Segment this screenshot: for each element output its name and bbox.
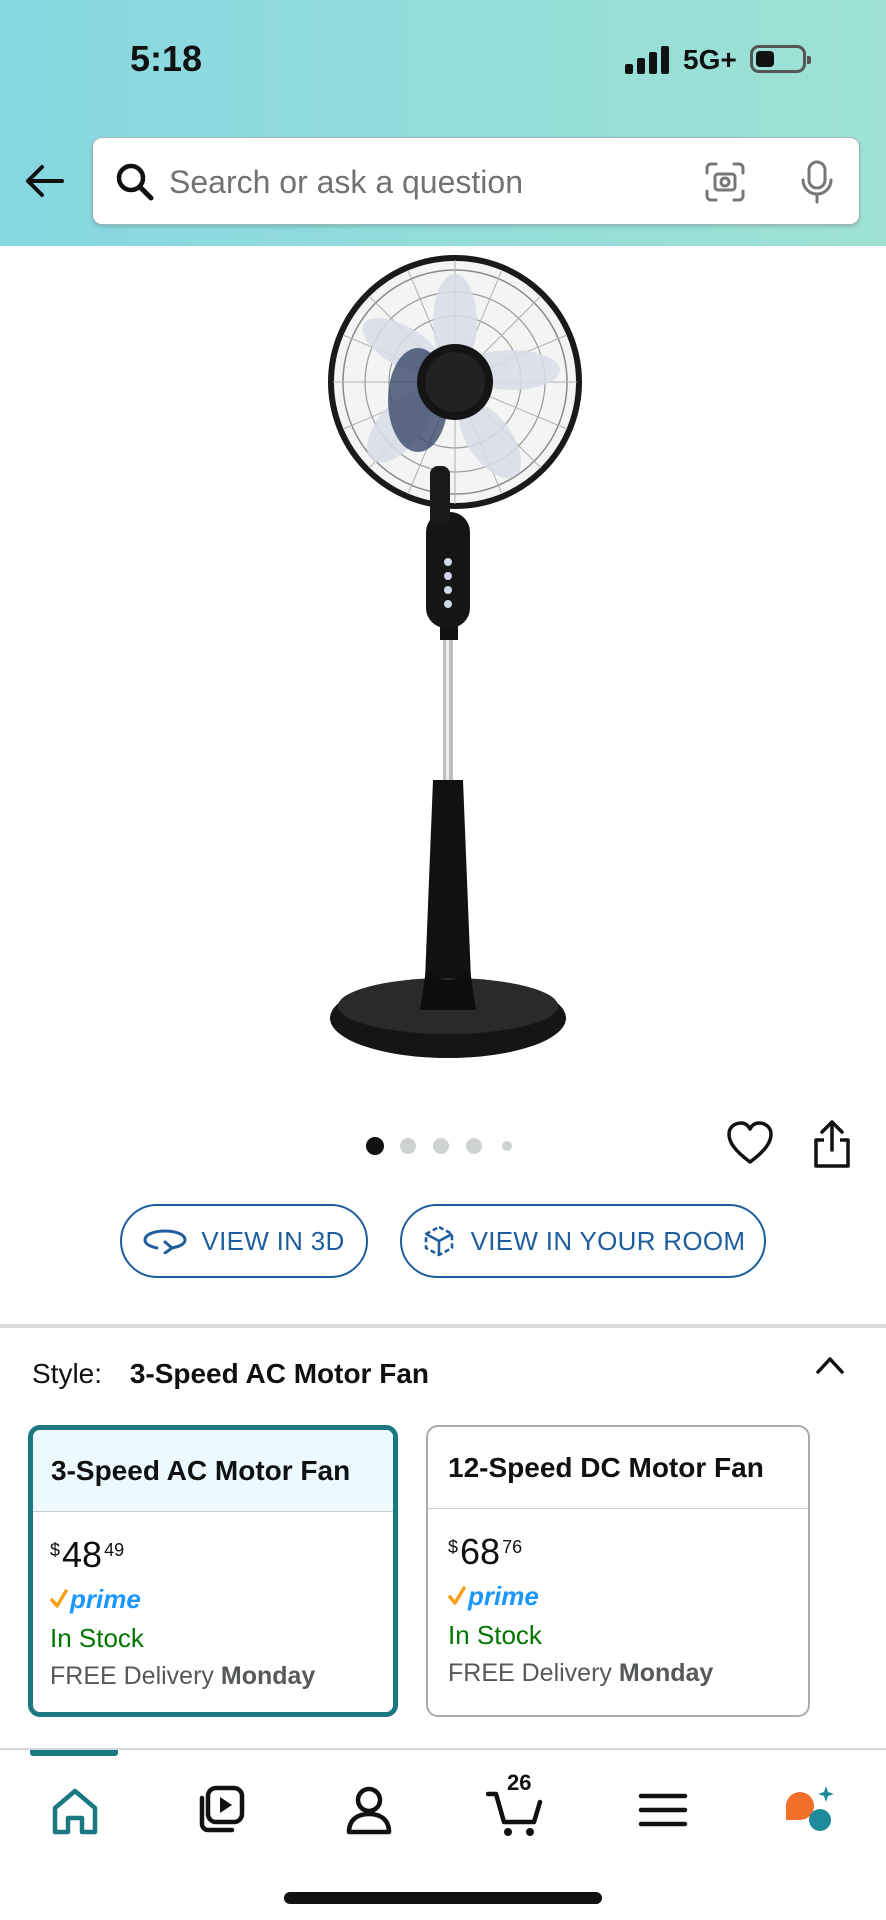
view-in-your-room-button[interactable]: VIEW IN YOUR ROOM: [400, 1204, 766, 1278]
prime-check-icon: [50, 1589, 68, 1608]
microphone-icon[interactable]: [795, 158, 839, 206]
option-price: $ 68 76: [448, 1531, 808, 1575]
style-selector-header[interactable]: Style: 3-Speed AC Motor Fan: [32, 1358, 429, 1390]
price-fraction: 49: [104, 1540, 125, 1560]
delivery-day: Monday: [618, 1659, 714, 1687]
stock-status: In Stock: [448, 1620, 542, 1650]
search-input[interactable]: [169, 138, 769, 226]
prime-badge: prime: [50, 1582, 393, 1616]
search-icon: [116, 163, 154, 201]
option-price: $ 48 49: [50, 1534, 393, 1578]
view-in-3d-button[interactable]: VIEW IN 3D: [120, 1204, 368, 1278]
delivery-info: FREE Delivery Monday: [448, 1655, 808, 1691]
style-selected-value: 3-Speed AC Motor Fan: [129, 1358, 430, 1389]
delivery-info: FREE Delivery Monday: [50, 1658, 393, 1694]
view-in-3d-label: VIEW IN 3D: [201, 1225, 345, 1256]
heart-icon[interactable]: [726, 1120, 774, 1168]
ar-cube-icon: [424, 1225, 453, 1257]
delivery-prefix: FREE Delivery: [448, 1659, 612, 1687]
share-icon[interactable]: [810, 1118, 854, 1170]
app-header: 5:18 5G+: [0, 0, 886, 246]
prime-badge: prime: [448, 1579, 808, 1613]
prime-label: prime: [468, 1580, 539, 1611]
network-type: 5G+: [683, 44, 737, 75]
cellular-signal-icon: [625, 44, 669, 74]
account-icon[interactable]: [339, 1780, 399, 1840]
active-tab-indicator: [30, 1750, 118, 1756]
back-arrow-icon[interactable]: [22, 158, 68, 204]
delivery-day: Monday: [220, 1662, 316, 1690]
carousel-dot-active[interactable]: [366, 1137, 384, 1155]
carousel-dot[interactable]: [433, 1138, 449, 1154]
carousel-dot[interactable]: [400, 1138, 416, 1154]
style-option-name: 12-Speed DC Motor Fan: [428, 1427, 808, 1509]
style-option-card-selected[interactable]: 3-Speed AC Motor Fan $ 48 49 prime In St…: [28, 1425, 398, 1717]
carousel-dot[interactable]: [502, 1141, 512, 1151]
prime-label: prime: [70, 1583, 141, 1614]
stock-status: In Stock: [50, 1623, 144, 1653]
product-image[interactable]: [280, 250, 600, 1060]
rufus-assistant-icon[interactable]: [780, 1780, 840, 1840]
camera-scan-icon[interactable]: [703, 160, 747, 204]
view-in-your-room-label: VIEW IN YOUR ROOM: [470, 1225, 746, 1256]
price-currency: $: [50, 1540, 61, 1560]
home-indicator[interactable]: [284, 1892, 602, 1904]
home-icon[interactable]: [45, 1780, 105, 1840]
cart-count-badge: 26: [507, 1770, 532, 1795]
battery-icon: [750, 45, 811, 73]
search-bar[interactable]: [92, 137, 860, 226]
carousel-dot[interactable]: [466, 1138, 482, 1154]
price-whole: 68: [460, 1531, 501, 1572]
delivery-prefix: FREE Delivery: [50, 1662, 214, 1690]
video-library-icon[interactable]: [192, 1780, 252, 1840]
style-label: Style:: [32, 1358, 103, 1389]
section-divider: [0, 1324, 886, 1328]
menu-icon[interactable]: [633, 1780, 693, 1840]
rotate-3d-icon: [143, 1229, 187, 1254]
chevron-up-icon[interactable]: [812, 1350, 848, 1380]
style-option-name: 3-Speed AC Motor Fan: [33, 1430, 393, 1512]
status-time: 5:18: [130, 38, 203, 79]
price-whole: 48: [62, 1534, 103, 1575]
style-option-card[interactable]: 12-Speed DC Motor Fan $ 68 76 prime In S…: [426, 1425, 810, 1717]
prime-check-icon: [448, 1586, 466, 1605]
price-currency: $: [448, 1537, 459, 1557]
price-fraction: 76: [502, 1537, 523, 1557]
image-carousel-dots[interactable]: [366, 1137, 526, 1157]
